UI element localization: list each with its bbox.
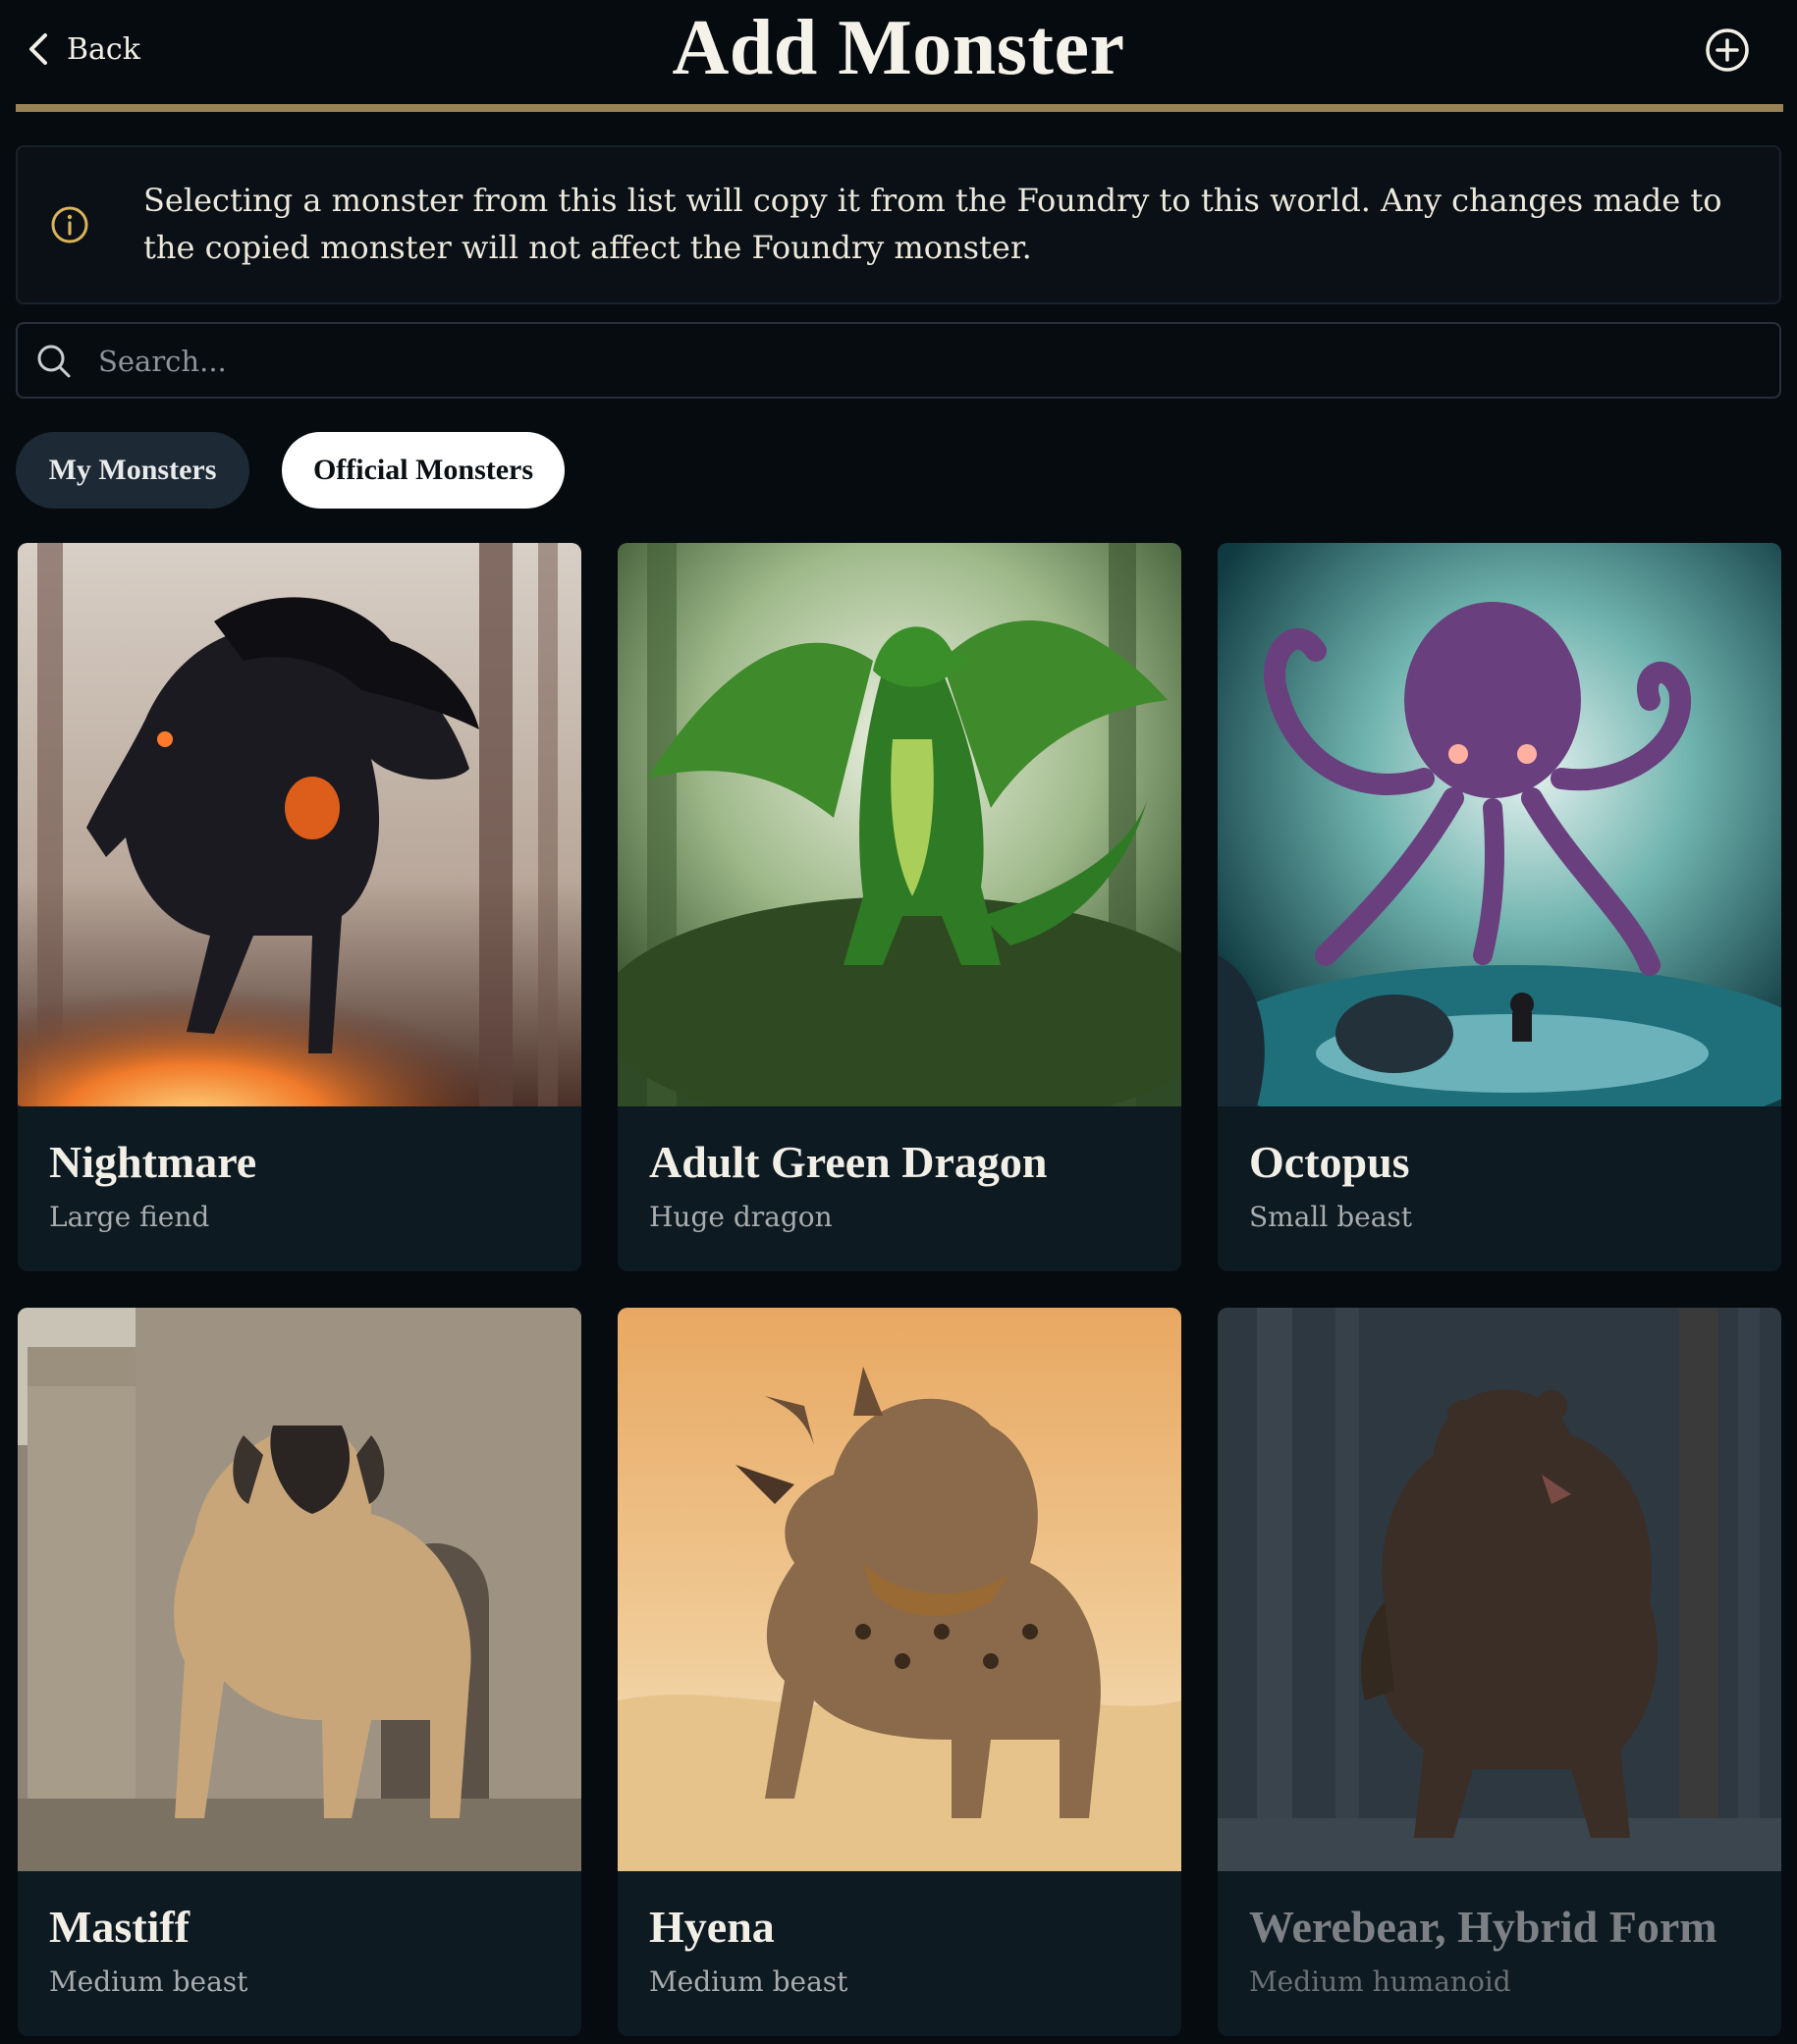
hyena-image xyxy=(618,1308,1181,1871)
monster-card-werebear-hybrid-form[interactable]: Werebear, Hybrid Form Medium humanoid xyxy=(1218,1308,1781,2036)
search-icon xyxy=(35,343,73,380)
werebear-image xyxy=(1218,1308,1781,1871)
search-input[interactable] xyxy=(96,334,1750,389)
info-text: Selecting a monster from this list will … xyxy=(143,182,1722,266)
monster-type: Medium beast xyxy=(649,1965,848,1998)
adult-green-dragon-image xyxy=(618,543,1181,1106)
add-monster-button[interactable] xyxy=(1703,26,1752,75)
search-box xyxy=(16,322,1781,399)
monster-card-hyena[interactable]: Hyena Medium beast xyxy=(618,1308,1181,2036)
monster-card-nightmare[interactable]: Nightmare Large fiend xyxy=(18,543,581,1271)
info-notice: Selecting a monster from this list will … xyxy=(16,145,1781,304)
monster-name: Adult Green Dragon xyxy=(649,1137,1048,1187)
header-divider xyxy=(16,104,1783,112)
monster-type: Medium beast xyxy=(49,1965,248,1998)
monster-name: Mastiff xyxy=(49,1902,191,1952)
monster-name: Nightmare xyxy=(49,1137,257,1187)
monster-type: Medium humanoid xyxy=(1249,1965,1511,1998)
monster-type: Huge dragon xyxy=(649,1201,833,1233)
monster-card-mastiff[interactable]: Mastiff Medium beast xyxy=(18,1308,581,2036)
tab-official-monsters[interactable]: Official Monsters xyxy=(282,432,565,509)
nightmare-image xyxy=(18,543,581,1106)
monster-name: Hyena xyxy=(649,1902,775,1952)
monster-card-adult-green-dragon[interactable]: Adult Green Dragon Huge dragon xyxy=(618,543,1181,1271)
plus-circle-icon xyxy=(1706,28,1749,72)
monster-type: Large fiend xyxy=(49,1201,210,1233)
monster-name: Werebear, Hybrid Form xyxy=(1249,1902,1717,1952)
monster-name: Octopus xyxy=(1249,1137,1410,1187)
octopus-image xyxy=(1218,543,1781,1106)
info-circle-icon xyxy=(49,204,90,245)
monster-type: Small beast xyxy=(1249,1201,1413,1233)
mastiff-image xyxy=(18,1308,581,1871)
monster-card-octopus[interactable]: Octopus Small beast xyxy=(1218,543,1781,1271)
tab-my-monsters[interactable]: My Monsters xyxy=(16,432,249,509)
header: Back Add Monster xyxy=(0,0,1797,112)
page-title: Add Monster xyxy=(672,5,1125,91)
